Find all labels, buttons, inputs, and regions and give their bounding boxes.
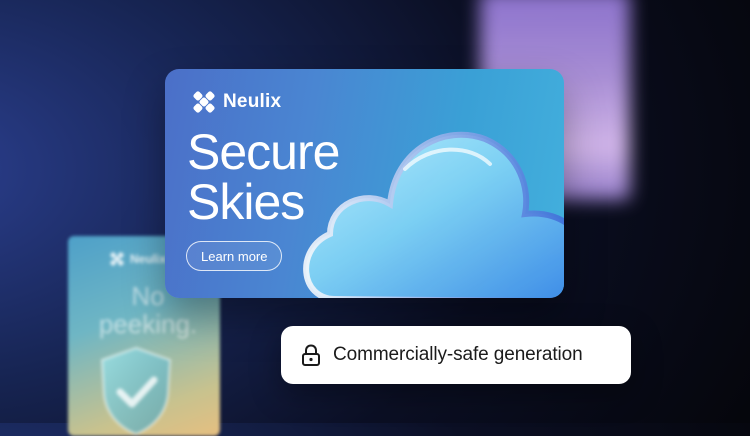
- brand-logo: Neulix: [193, 91, 281, 113]
- headline-line1: Secure: [187, 124, 340, 180]
- secondary-headline-line2: peeking.: [98, 309, 198, 339]
- badge-label: Commercially-safe generation: [333, 344, 583, 365]
- shield-check-icon: [100, 346, 172, 436]
- neulix-logo-icon: [110, 252, 124, 266]
- learn-more-button[interactable]: Learn more: [186, 241, 283, 271]
- lock-icon: [302, 344, 320, 366]
- secondary-brand-name: Neulix: [130, 252, 167, 266]
- brand-name: Neulix: [223, 91, 282, 112]
- headline-line2: Skies: [187, 174, 305, 230]
- neulix-logo-icon: [193, 91, 215, 113]
- commercially-safe-badge: Commercially-safe generation: [281, 326, 631, 384]
- headline: Secure Skies: [187, 124, 340, 230]
- secure-skies-banner[interactable]: Neulix Secure Skies Learn more: [165, 69, 564, 298]
- secondary-brand: Neulix: [110, 252, 166, 266]
